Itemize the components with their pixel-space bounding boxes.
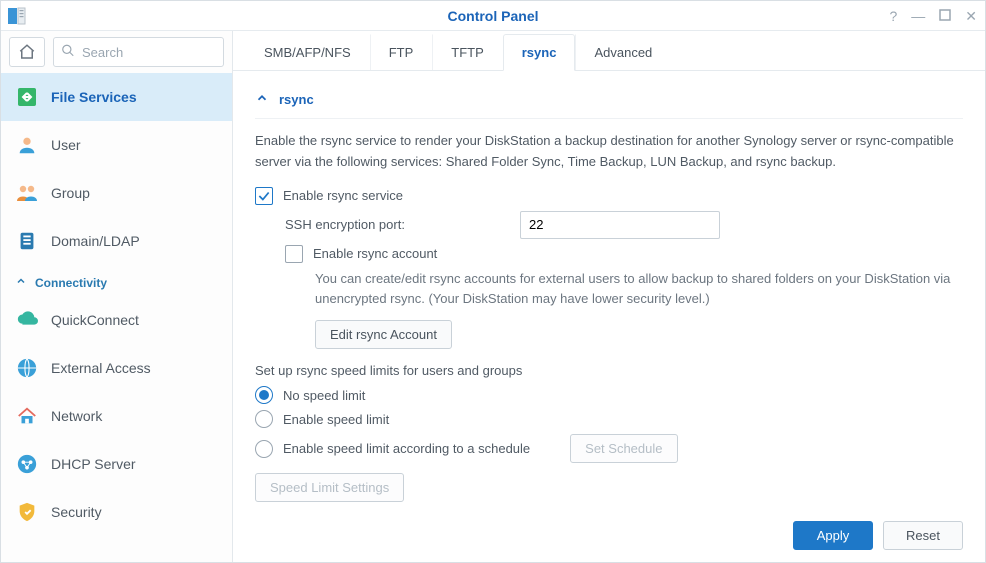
tab-rsync[interactable]: rsync (503, 34, 576, 71)
sidebar-item-label: File Services (51, 89, 137, 105)
external-access-icon (15, 356, 39, 380)
speed-limit-heading: Set up rsync speed limits for users and … (255, 363, 963, 378)
row-enable-rsync: Enable rsync service (255, 187, 963, 205)
row-speed-schedule: Enable speed limit according to a schedu… (255, 434, 963, 463)
tab-label: TFTP (451, 45, 484, 60)
row-speed-enable: Enable speed limit (255, 410, 963, 428)
user-icon (15, 133, 39, 157)
sidebar-item-label: User (51, 137, 81, 153)
tab-label: rsync (522, 45, 557, 60)
tab-advanced[interactable]: Advanced (575, 34, 671, 70)
row-speed-none: No speed limit (255, 386, 963, 404)
enable-rsync-label: Enable rsync service (283, 188, 403, 203)
tab-label: SMB/AFP/NFS (264, 45, 351, 60)
close-icon[interactable]: ✕ (965, 8, 977, 25)
sidebar-item-label: QuickConnect (51, 312, 139, 328)
body: File Services User Group (1, 31, 985, 562)
sidebar-item-label: DHCP Server (51, 456, 136, 472)
sidebar-top (1, 31, 232, 73)
speed-limit-schedule-radio[interactable] (255, 440, 273, 458)
search-input[interactable] (53, 37, 224, 67)
chevron-up-icon (255, 91, 269, 108)
window-title: Control Panel (447, 8, 538, 24)
nav: File Services User Group (1, 73, 232, 562)
maximize-icon[interactable] (939, 8, 951, 24)
sidebar-item-network[interactable]: Network (1, 392, 232, 440)
network-icon (15, 404, 39, 428)
enable-rsync-account-checkbox[interactable] (285, 245, 303, 263)
sidebar-item-label: External Access (51, 360, 151, 376)
minimize-icon[interactable]: — (911, 8, 925, 24)
main: SMB/AFP/NFS FTP TFTP rsync Advanced rsyn… (233, 31, 985, 562)
tab-label: FTP (389, 45, 414, 60)
tabs: SMB/AFP/NFS FTP TFTP rsync Advanced (233, 31, 985, 71)
sidebar-item-user[interactable]: User (1, 121, 232, 169)
row-edit-account: Edit rsync Account (255, 320, 963, 349)
sidebar-item-label: Group (51, 185, 90, 201)
sidebar-item-domain-ldap[interactable]: Domain/LDAP (1, 217, 232, 265)
set-schedule-button[interactable]: Set Schedule (570, 434, 677, 463)
tab-smb-afp-nfs[interactable]: SMB/AFP/NFS (245, 34, 370, 70)
dhcp-server-icon (15, 452, 39, 476)
search-wrap (53, 37, 224, 67)
ssh-port-input[interactable] (520, 211, 720, 239)
app-icon (5, 4, 29, 28)
window-controls: ? — ✕ (889, 1, 977, 31)
enable-rsync-account-label: Enable rsync account (313, 246, 437, 261)
home-button[interactable] (9, 37, 45, 67)
speed-limit-enable-label: Enable speed limit (283, 412, 389, 427)
row-ssh-port: SSH encryption port: (255, 211, 963, 239)
sidebar-item-label: Security (51, 504, 102, 520)
sidebar-item-group[interactable]: Group (1, 169, 232, 217)
sidebar-item-label: Network (51, 408, 102, 424)
sidebar-section-label: Connectivity (35, 276, 107, 290)
section-description: Enable the rsync service to render your … (255, 131, 963, 173)
rsync-account-help: You can create/edit rsync accounts for e… (255, 269, 963, 311)
control-panel-window: Control Panel ? — ✕ (0, 0, 986, 563)
section-header-rsync[interactable]: rsync (255, 85, 963, 119)
section-title: rsync (279, 92, 314, 107)
sidebar: File Services User Group (1, 31, 233, 562)
ssh-port-label: SSH encryption port: (285, 217, 520, 232)
tab-label: Advanced (594, 45, 652, 60)
sidebar-item-security[interactable]: Security (1, 488, 232, 536)
content: rsync Enable the rsync service to render… (233, 71, 985, 509)
speed-limit-none-radio[interactable] (255, 386, 273, 404)
quickconnect-icon (15, 308, 39, 332)
titlebar: Control Panel ? — ✕ (1, 1, 985, 31)
domain-ldap-icon (15, 229, 39, 253)
shield-icon (15, 500, 39, 524)
footer: Apply Reset (233, 509, 985, 562)
sidebar-item-quickconnect[interactable]: QuickConnect (1, 296, 232, 344)
help-icon[interactable]: ? (889, 8, 897, 24)
chevron-up-icon (15, 275, 27, 290)
speed-limit-none-label: No speed limit (283, 388, 365, 403)
speed-limit-schedule-label: Enable speed limit according to a schedu… (283, 441, 530, 456)
row-enable-account: Enable rsync account (255, 245, 963, 263)
apply-button[interactable]: Apply (793, 521, 873, 550)
sidebar-item-label: Domain/LDAP (51, 233, 140, 249)
speed-limit-settings-button[interactable]: Speed Limit Settings (255, 473, 404, 502)
tab-tftp[interactable]: TFTP (432, 34, 503, 70)
sidebar-section-connectivity[interactable]: Connectivity (1, 265, 232, 296)
sidebar-item-dhcp-server[interactable]: DHCP Server (1, 440, 232, 488)
enable-rsync-checkbox[interactable] (255, 187, 273, 205)
group-icon (15, 181, 39, 205)
sidebar-item-external-access[interactable]: External Access (1, 344, 232, 392)
row-speed-settings: Speed Limit Settings (255, 473, 963, 502)
file-services-icon (15, 85, 39, 109)
reset-button[interactable]: Reset (883, 521, 963, 550)
speed-limit-enable-radio[interactable] (255, 410, 273, 428)
tab-ftp[interactable]: FTP (370, 34, 433, 70)
sidebar-item-file-services[interactable]: File Services (1, 73, 232, 121)
edit-rsync-account-button[interactable]: Edit rsync Account (315, 320, 452, 349)
